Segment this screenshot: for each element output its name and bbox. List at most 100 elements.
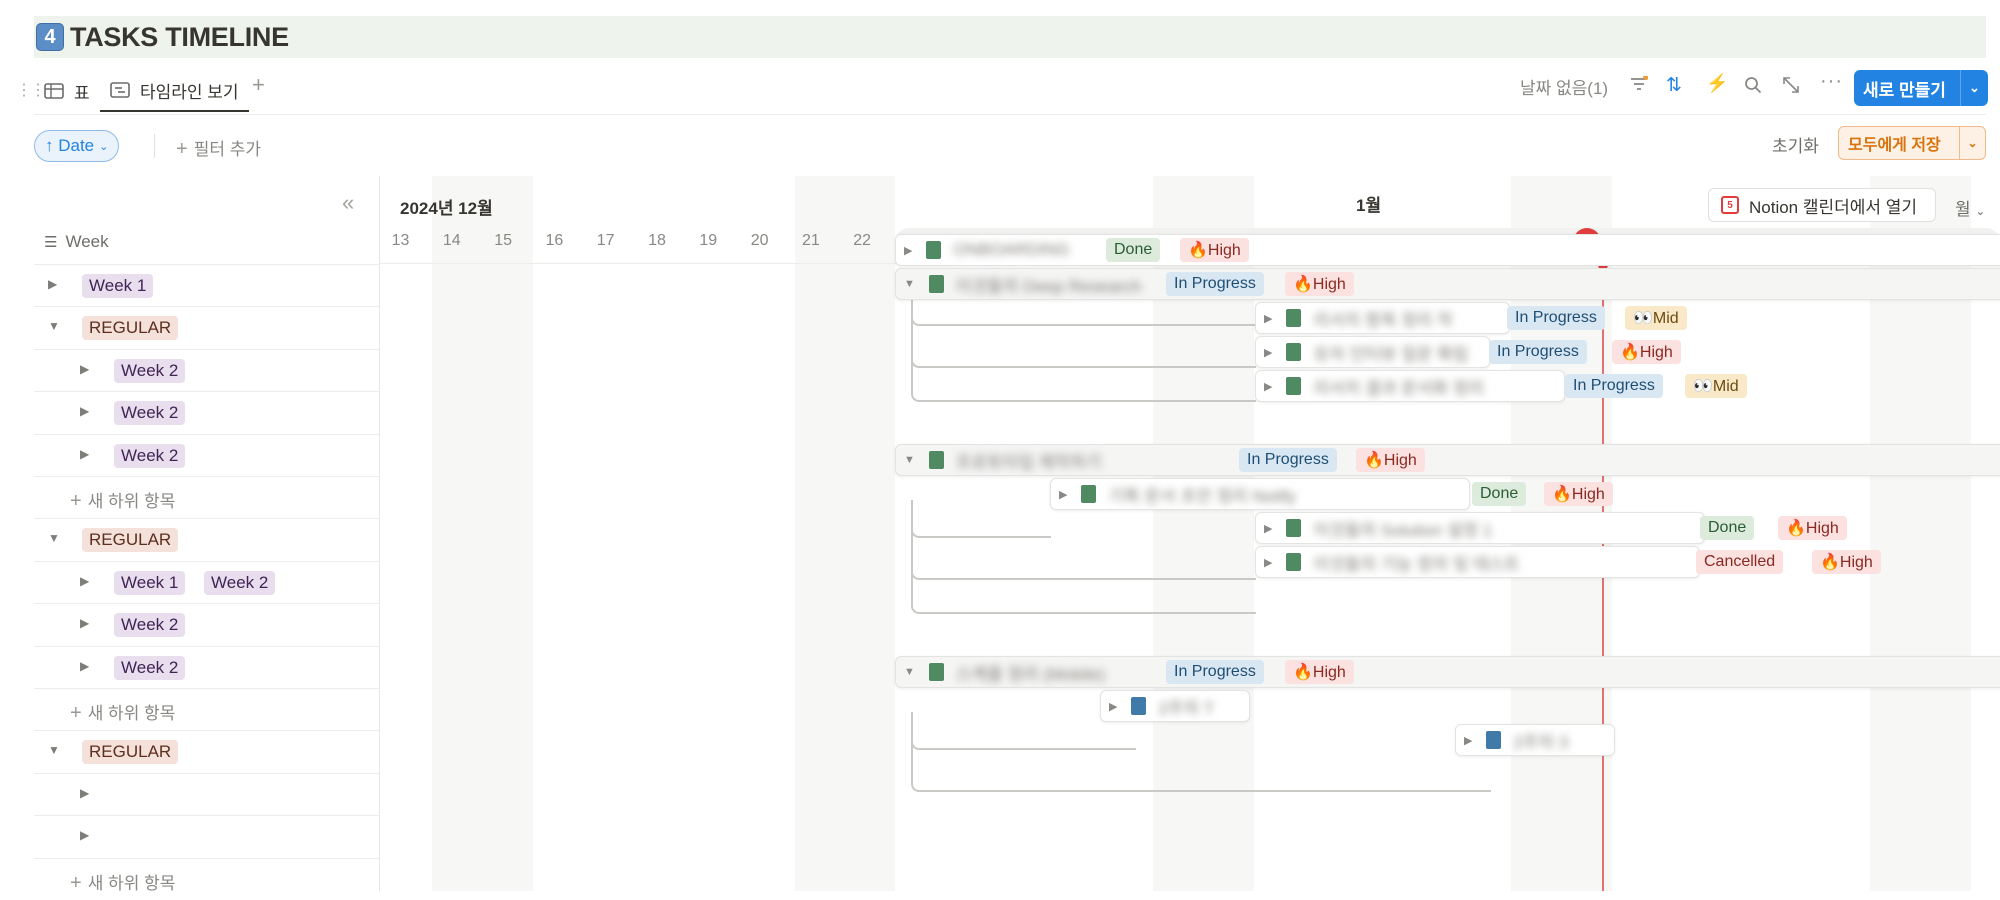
plus-icon: +	[70, 871, 82, 894]
add-subitem-label: 새 하위 항목	[87, 704, 176, 723]
timeline-task-bar[interactable]: ▶ 리서치 항목 정리 작	[1255, 302, 1510, 334]
expand-toggle-icon[interactable]: ▶	[48, 277, 57, 291]
group-row[interactable]: ▶ Week 2	[34, 603, 380, 645]
task-title: 이것들의 Deep Research	[955, 276, 1142, 296]
task-title: 이것들의 기능 정의 및 테스트	[1313, 554, 1521, 574]
expand-toggle-icon[interactable]: ▶	[1264, 346, 1272, 359]
group-row[interactable]: ▶ Week 1 Week 2	[34, 560, 380, 603]
tab-table[interactable]: 표	[44, 70, 90, 112]
expand-toggle-icon[interactable]: ▶	[80, 828, 89, 842]
timeline-task-bar[interactable]: ▶ 2주차 T	[1100, 690, 1250, 722]
week-tag: Week 1	[82, 274, 154, 298]
filter-icon[interactable]	[1630, 74, 1649, 97]
timeline-task-bar[interactable]: ▶ 2주차 3	[1455, 724, 1615, 756]
collapse-panel-icon[interactable]: «	[342, 190, 354, 216]
group-row[interactable]: ▼ REGULAR	[34, 306, 380, 348]
week-tag: Week 2	[114, 401, 186, 426]
group-row[interactable]: ▶ Week 2	[34, 391, 380, 433]
weekend-shade	[795, 176, 895, 891]
add-subitem-label: 새 하위 항목	[87, 873, 176, 893]
drag-handle-icon[interactable]: ⋮⋮	[16, 80, 46, 100]
reset-button[interactable]: 초기화	[1772, 132, 1819, 157]
plus-icon: +	[70, 490, 82, 512]
expand-toggle-icon[interactable]: ▶	[80, 362, 89, 376]
expand-toggle-icon[interactable]: ▶	[1059, 488, 1067, 501]
expand-toggle-icon[interactable]: ▶	[80, 404, 89, 418]
timeline-task-bar[interactable]: ▶ 이것들의 기능 정의 및 테스트	[1255, 546, 1700, 578]
priority-tag: 🔥High	[1778, 516, 1847, 540]
lightning-icon[interactable]: ⚡	[1706, 73, 1728, 94]
sort-icon[interactable]: ⇅	[1666, 74, 1682, 97]
expand-toggle-icon[interactable]: ▶	[80, 786, 89, 800]
divider	[154, 134, 155, 158]
expand-toggle-icon[interactable]: ▶	[1464, 734, 1472, 747]
timeline-task-bar[interactable]: ▼ 스케줄 정리 (Mobile)	[895, 656, 2000, 688]
priority-tag: 👀Mid	[1625, 306, 1687, 330]
add-subitem-row[interactable]: + 새 하위 항목	[34, 688, 380, 730]
group-row[interactable]: ▼ REGULAR	[34, 518, 380, 560]
search-icon[interactable]	[1744, 76, 1762, 99]
expand-toggle-icon[interactable]: ▶	[1264, 556, 1272, 569]
save-for-everyone-button[interactable]: 모두에게 저장 ⌄	[1838, 126, 1986, 160]
timeline-task-bar[interactable]: ▶ 유저 인터뷰 질문 확립	[1255, 336, 1490, 368]
timeline-task-bar[interactable]: ▶ ONBOARDING	[895, 234, 2000, 266]
collapse-toggle-icon[interactable]: ▼	[48, 743, 60, 757]
expand-toggle-icon[interactable]: ▼	[904, 666, 915, 678]
status-tag: In Progress	[1507, 306, 1605, 330]
open-notion-calendar-button[interactable]: 5 Notion 캘린더에서 열기	[1708, 188, 1936, 222]
tab-timeline[interactable]: 타임라인 보기	[100, 70, 249, 112]
group-row[interactable]: ▼ REGULAR	[34, 730, 380, 772]
add-subitem-button[interactable]: + 새 하위 항목	[70, 699, 175, 725]
add-view-button[interactable]: +	[252, 72, 265, 98]
tab-timeline-label: 타임라인 보기	[140, 82, 239, 102]
chevron-down-icon: ⌄	[1975, 204, 1986, 218]
open-notion-calendar-label: Notion 캘린더에서 열기	[1749, 197, 1918, 217]
priority-tag: 👀Mid	[1685, 374, 1747, 398]
more-icon[interactable]: ···	[1820, 70, 1843, 93]
day-label: 17	[596, 232, 615, 249]
group-row[interactable]: ▶	[34, 815, 380, 857]
group-header-label: Week	[65, 232, 109, 251]
timeline-task-bar[interactable]: ▶ 리서치 결과 문서화 정리	[1255, 370, 1565, 402]
new-button[interactable]: 새로 만들기 ⌄	[1854, 70, 1988, 106]
expand-toggle-icon[interactable]: ▶	[80, 447, 89, 461]
add-subitem-row[interactable]: + 새 하위 항목	[34, 857, 380, 900]
expand-toggle-icon[interactable]: ▶	[1264, 312, 1272, 325]
expand-toggle-icon[interactable]: ▼	[904, 454, 915, 466]
group-row[interactable]: ▶ Week 2	[34, 348, 380, 391]
week-tag: Week 2	[204, 570, 276, 595]
add-filter-button[interactable]: + 필터 추가	[176, 135, 261, 161]
expand-toggle-icon[interactable]: ▶	[1264, 522, 1272, 535]
expand-toggle-icon[interactable]: ▶	[80, 574, 89, 588]
timeline-task-bar[interactable]: ▼ 이것들의 Deep Research	[895, 268, 2000, 300]
expand-toggle-icon[interactable]: ▼	[904, 278, 915, 290]
status-tag: In Progress	[1239, 448, 1337, 472]
add-subitem-button[interactable]: + 새 하위 항목	[70, 487, 175, 513]
expand-toggle-icon[interactable]: ▶	[80, 616, 89, 630]
expand-toggle-icon[interactable]: ▶	[904, 244, 912, 257]
timeline-area[interactable]: 2024년 12월 1월 5 Notion 캘린더에서 열기 월 ⌄ 13 14 1…	[380, 176, 2000, 891]
expand-icon[interactable]	[1782, 76, 1800, 99]
expand-toggle-icon[interactable]: ▶	[80, 659, 89, 673]
page-icon	[1286, 377, 1302, 395]
timeline-task-bar[interactable]: ▼ 프로토타입 제작하기	[895, 444, 2000, 476]
timeline-task-bar[interactable]: ▶ 기획 문서 초안 정리 Notify	[1050, 478, 1470, 510]
group-row[interactable]: ▶ Week 1	[34, 264, 380, 306]
no-date-button[interactable]: 날짜 없음(1)	[1520, 74, 1608, 99]
group-row[interactable]: ▶ Week 2	[34, 645, 380, 688]
expand-toggle-icon[interactable]: ▶	[1264, 380, 1272, 393]
regular-tag: REGULAR	[82, 316, 179, 341]
chevron-down-icon[interactable]: ⌄	[1961, 80, 1988, 96]
page-title[interactable]: TASKS TIMELINE	[70, 22, 289, 53]
expand-toggle-icon[interactable]: ▶	[1109, 700, 1117, 713]
add-subitem-row[interactable]: + 새 하위 항목	[34, 476, 380, 518]
chevron-down-icon[interactable]: ⌄	[1960, 136, 1985, 150]
collapse-toggle-icon[interactable]: ▼	[48, 319, 60, 333]
group-row[interactable]: ▶	[34, 772, 380, 815]
zoom-select[interactable]: 월 ⌄	[1955, 195, 1985, 220]
day-label: 20	[750, 232, 769, 249]
group-row[interactable]: ▶ Week 2	[34, 433, 380, 476]
date-sort-chip[interactable]: ↑ Date ⌄	[34, 130, 120, 162]
timeline-task-bar[interactable]: ▶ 이것들의 Solution 설정 1	[1255, 512, 1705, 544]
collapse-toggle-icon[interactable]: ▼	[48, 531, 60, 545]
